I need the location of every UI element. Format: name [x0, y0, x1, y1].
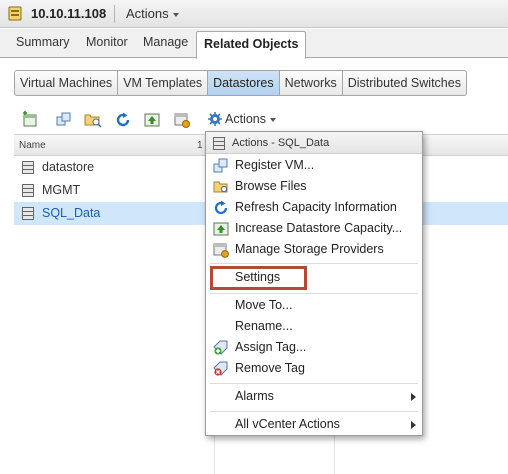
title-bar: 10.10.11.108 Actions	[0, 0, 508, 28]
menu-separator	[210, 293, 418, 294]
subtab-datastores[interactable]: Datastores	[208, 71, 280, 95]
storage-providers-icon[interactable]	[173, 111, 191, 129]
menu-item-register-vm[interactable]: Register VM...	[206, 155, 422, 176]
actions-context-menu: Actions - SQL_Data Register VM... Browse…	[205, 131, 423, 436]
host-name: 10.10.11.108	[31, 6, 107, 21]
subtab-vm-templates[interactable]: VM Templates	[118, 71, 209, 95]
column-header-name[interactable]: Name	[19, 140, 46, 151]
menu-item-alarms[interactable]: Alarms	[206, 386, 422, 407]
register-vm-icon[interactable]	[55, 111, 73, 129]
storage-providers-icon	[213, 243, 229, 258]
datastore-icon	[22, 207, 34, 220]
assign-tag-icon	[213, 340, 228, 355]
menu-item-label: Refresh Capacity Information	[235, 200, 397, 214]
increase-capacity-icon	[213, 222, 229, 236]
increase-capacity-icon[interactable]	[143, 111, 161, 129]
datastore-icon	[22, 161, 34, 174]
chevron-down-icon	[270, 117, 276, 122]
menu-item-label: Register VM...	[235, 158, 315, 172]
menu-item-label: Increase Datastore Capacity...	[235, 221, 403, 235]
new-datastore-icon[interactable]	[21, 111, 39, 129]
menu-item-label: Move To...	[235, 298, 293, 312]
register-vm-icon	[213, 158, 228, 173]
menu-item-label: Alarms	[235, 389, 274, 403]
host-icon	[8, 6, 22, 21]
browse-files-icon[interactable]	[84, 111, 102, 129]
tab-manage[interactable]: Manage	[143, 35, 188, 49]
gear-icon	[208, 112, 222, 126]
folder-search-icon	[213, 181, 228, 193]
subtab-distributed-switches[interactable]: Distributed Switches	[343, 71, 466, 95]
chevron-right-icon	[411, 421, 416, 429]
subtab-virtual-machines[interactable]: Virtual Machines	[15, 71, 119, 95]
menu-item-manage-storage-providers[interactable]: Manage Storage Providers	[206, 239, 422, 260]
chevron-right-icon	[411, 393, 416, 401]
chevron-down-icon	[172, 12, 179, 17]
remove-tag-icon	[213, 361, 228, 376]
datastore-actions-menu[interactable]: Actions	[208, 112, 276, 126]
related-objects-subtabs: Virtual Machines VM Templates Datastores…	[14, 70, 467, 96]
menu-item-label: Remove Tag	[235, 361, 305, 375]
menu-header-title: Actions - SQL_Data	[232, 137, 330, 149]
menu-item-label: Assign Tag...	[235, 340, 307, 354]
main-tabs: Summary Monitor Manage Related Objects	[0, 29, 508, 59]
refresh-icon[interactable]	[114, 111, 132, 129]
menu-item-label: Browse Files	[235, 179, 307, 193]
tab-related-objects[interactable]: Related Objects	[196, 31, 307, 59]
menu-item-increase-capacity[interactable]: Increase Datastore Capacity...	[206, 218, 422, 239]
menu-separator	[210, 383, 418, 384]
host-actions-label: Actions	[126, 6, 169, 21]
datastore-name: MGMT	[42, 183, 81, 197]
menu-item-remove-tag[interactable]: Remove Tag	[206, 358, 422, 379]
datastore-actions-label: Actions	[225, 112, 266, 126]
datastore-icon	[22, 184, 34, 197]
menu-item-label: All vCenter Actions	[235, 417, 340, 431]
tab-monitor[interactable]: Monitor	[86, 35, 128, 49]
datastore-name: SQL_Data	[42, 206, 101, 220]
menu-item-refresh-capacity[interactable]: Refresh Capacity Information	[206, 197, 422, 218]
menu-item-move-to[interactable]: Move To...	[206, 295, 422, 316]
datastore-name: datastore	[42, 160, 95, 174]
menu-separator	[210, 263, 418, 264]
datastore-toolbar: Actions	[0, 108, 508, 132]
menu-separator	[210, 411, 418, 412]
menu-header: Actions - SQL_Data	[206, 132, 422, 154]
settings-highlight	[210, 266, 307, 290]
menu-item-rename[interactable]: Rename...	[206, 316, 422, 337]
column-header-2[interactable]: 1	[197, 140, 203, 151]
host-actions-menu[interactable]: Actions	[126, 6, 179, 21]
tab-summary[interactable]: Summary	[16, 35, 69, 49]
menu-item-assign-tag[interactable]: Assign Tag...	[206, 337, 422, 358]
subtab-networks[interactable]: Networks	[280, 71, 343, 95]
menu-item-label: Manage Storage Providers	[235, 242, 384, 256]
menu-item-all-vcenter-actions[interactable]: All vCenter Actions	[206, 414, 422, 435]
refresh-icon	[214, 200, 228, 215]
title-divider	[114, 5, 115, 23]
menu-item-browse-files[interactable]: Browse Files	[206, 176, 422, 197]
datastore-icon	[213, 137, 225, 150]
menu-item-label: Rename...	[235, 319, 293, 333]
